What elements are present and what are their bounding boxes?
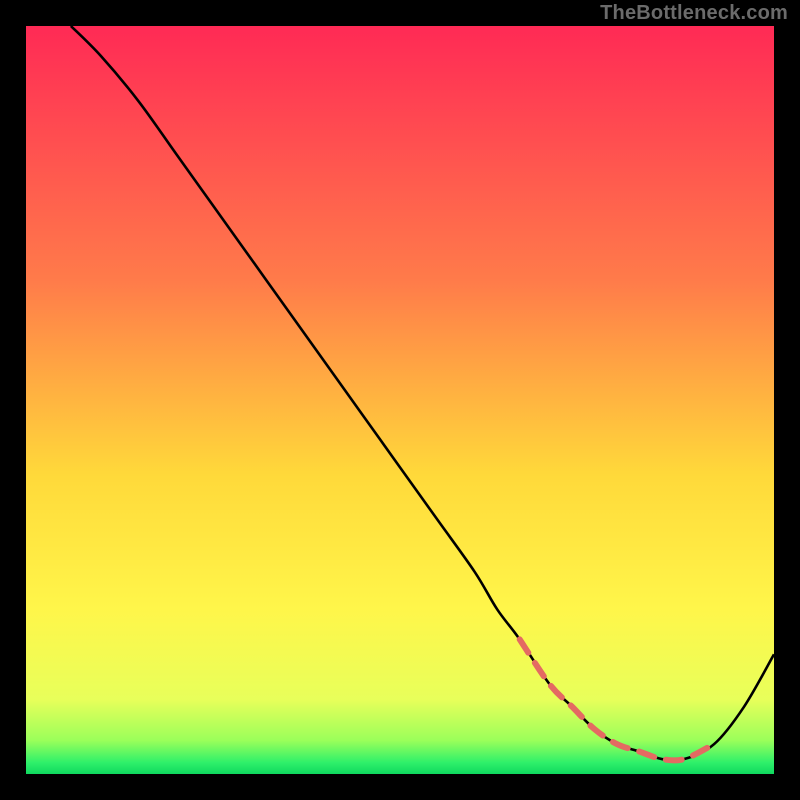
watermark-text: TheBottleneck.com [600,2,788,25]
chart-svg [26,26,774,774]
plot-area [26,26,774,774]
gradient-background [26,26,774,774]
chart-frame: TheBottleneck.com [0,0,800,800]
